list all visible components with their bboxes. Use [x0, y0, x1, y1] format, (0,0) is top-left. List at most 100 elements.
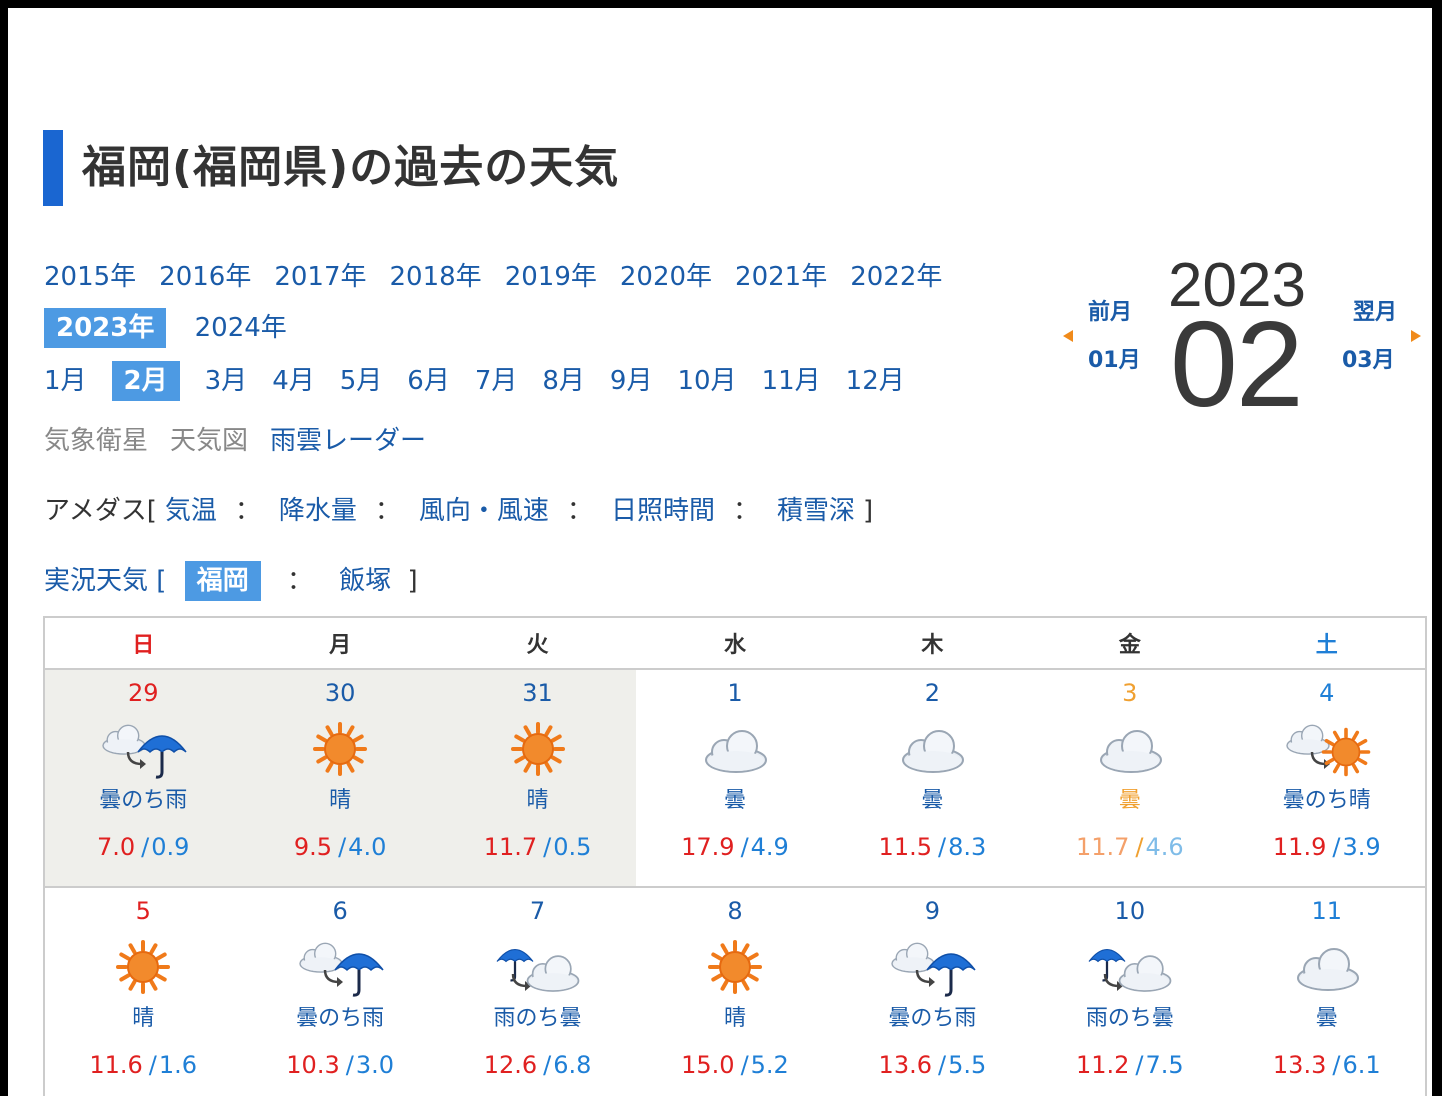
day-number: 5	[135, 897, 151, 925]
satellite-link[interactable]: 気象衛星	[44, 421, 148, 461]
month-link[interactable]: 9月	[610, 361, 653, 401]
day-number: 7	[529, 897, 546, 925]
calendar-day-cell[interactable]: 2 曇 11.5/8.3	[833, 669, 1032, 888]
weekday-header: 水	[636, 616, 834, 670]
prev-month-link[interactable]: 01月	[1088, 342, 1141, 374]
amedas-link[interactable]: 風向・風速	[419, 491, 549, 531]
day-number: 3	[1122, 679, 1138, 707]
high-temp: 11.7	[483, 833, 538, 861]
temp-separator: /	[543, 833, 552, 861]
station-fukuoka-selected[interactable]: 福岡	[184, 561, 261, 601]
weather-text[interactable]: 晴	[636, 1004, 833, 1034]
day-number: 10	[1114, 897, 1146, 925]
calendar-day-cell[interactable]: 7 雨のち曇 12.6/6.8	[438, 887, 637, 1096]
year-link[interactable]: 2019年	[505, 257, 597, 297]
month-links-row: 1月 2月 3月 4月 5月 6月 7月 8月 9月 10月 11月 12月	[44, 361, 930, 401]
year-links-row-2: 2023年 2024年	[44, 308, 307, 348]
rain-radar-link[interactable]: 雨雲レーダー	[270, 421, 426, 461]
high-temp: 15.0	[681, 1051, 735, 1079]
amedas-link[interactable]: 降水量	[279, 491, 357, 531]
month-link[interactable]: 3月	[205, 361, 248, 401]
weather-text[interactable]: 雨のち曇	[439, 1004, 636, 1034]
year-link[interactable]: 2018年	[390, 257, 482, 297]
weather-calendar: 日月火水木金土 29 曇のち雨 7.0/0.9 30 晴 9.5/4.0 31 晴 11.…	[42, 616, 1428, 1096]
calendar-day-cell[interactable]: 8 晴 15.0/5.2	[636, 887, 834, 1096]
low-temp: 0.9	[151, 833, 190, 861]
month-link[interactable]: 8月	[542, 361, 585, 401]
cloud-icon	[704, 730, 767, 773]
year-link[interactable]: 2015年	[44, 257, 136, 297]
temperature: 13.3/6.1	[1229, 1050, 1425, 1080]
next-month-label[interactable]: 翌月	[1353, 294, 1397, 326]
weather-text[interactable]: 曇	[1031, 786, 1228, 816]
weather-text[interactable]: 晴	[45, 1004, 241, 1034]
current-weather-label: 実況天気 [	[44, 566, 167, 596]
low-temp: 1.6	[158, 1051, 198, 1079]
amedas-link[interactable]: 積雪深	[777, 491, 855, 531]
amedas-link[interactable]: 気温	[165, 491, 217, 531]
weekday-header: 木	[833, 616, 1032, 670]
day-number: 29	[127, 679, 159, 707]
amedas-link[interactable]: 日照時間	[611, 491, 715, 531]
weather-text[interactable]: 曇	[636, 786, 833, 816]
calendar-day-cell[interactable]: 30 晴 9.5/4.0	[241, 669, 439, 888]
current-month-display: 02	[1170, 296, 1304, 432]
weather-text[interactable]: 晴	[241, 786, 438, 816]
weather-text[interactable]: 曇のち雨	[45, 786, 241, 816]
calendar-day-cell[interactable]: 29 曇のち雨 7.0/0.9	[42, 669, 242, 888]
day-number: 30	[324, 679, 356, 707]
year-link[interactable]: 2016年	[159, 257, 251, 297]
year-link[interactable]: 2022年	[850, 257, 942, 297]
month-link[interactable]: 5月	[340, 361, 383, 401]
weather-chart-link[interactable]: 天気図	[170, 421, 248, 461]
temp-separator: /	[937, 833, 947, 861]
year-link[interactable]: 2017年	[274, 257, 366, 297]
page: 福岡(福岡県)の過去の天気 2015年 2016年 2017年 2018年 2019年 2…	[8, 8, 1432, 1096]
calendar-day-cell[interactable]: 11 曇 13.3/6.1	[1228, 887, 1428, 1096]
month-link[interactable]: 1月	[44, 361, 87, 401]
temperature: 15.0/5.2	[636, 1050, 833, 1080]
weather-text[interactable]: 曇のち雨	[241, 1004, 438, 1034]
low-temp: 4.6	[1145, 833, 1184, 861]
weather-text[interactable]: 雨のち曇	[1031, 1004, 1228, 1034]
calendar-day-cell[interactable]: 1 曇 17.9/4.9	[636, 669, 834, 888]
temperature: 11.6/1.6	[45, 1050, 241, 1080]
temperature: 12.6/6.8	[439, 1050, 636, 1080]
cloud-icon	[1296, 948, 1359, 991]
high-temp: 11.2	[1075, 1051, 1130, 1079]
month-link[interactable]: 10月	[677, 361, 736, 401]
year-2023-selected[interactable]: 2023年	[44, 308, 167, 348]
month-link[interactable]: 4月	[272, 361, 315, 401]
calendar-day-cell[interactable]: 9 曇のち雨 13.6/5.5	[833, 887, 1032, 1096]
title-accent-bar	[43, 130, 63, 206]
calendar-day-cell[interactable]: 4 曇のち晴 11.9/3.9	[1228, 669, 1428, 888]
year-link[interactable]: 2020年	[620, 257, 712, 297]
year-2024-link[interactable]: 2024年	[195, 308, 287, 348]
next-month-link[interactable]: 03月	[1342, 342, 1395, 374]
month-link[interactable]: 11月	[762, 361, 821, 401]
day-number: 1	[727, 679, 743, 707]
prev-month-arrow-icon[interactable]	[1063, 330, 1073, 342]
prev-month-label[interactable]: 前月	[1088, 294, 1132, 326]
month-link[interactable]: 12月	[846, 361, 905, 401]
weather-text[interactable]: 曇のち雨	[834, 1004, 1031, 1034]
month-selected[interactable]: 2月	[111, 361, 180, 401]
calendar-day-cell[interactable]: 5 晴 11.6/1.6	[42, 887, 242, 1096]
high-temp: 11.5	[878, 833, 932, 861]
station-iizuka-link[interactable]: 飯塚	[339, 561, 391, 601]
high-temp: 10.3	[286, 1051, 340, 1079]
next-month-arrow-icon[interactable]	[1411, 330, 1421, 342]
temp-separator: /	[1332, 1051, 1341, 1079]
month-link[interactable]: 6月	[407, 361, 450, 401]
weather-text[interactable]: 曇	[834, 786, 1031, 816]
calendar-day-cell[interactable]: 31 晴 11.7/0.5	[438, 669, 637, 888]
calendar-day-cell[interactable]: 6 曇のち雨 10.3/3.0	[241, 887, 439, 1096]
weather-text[interactable]: 曇のち晴	[1229, 786, 1425, 816]
weather-text[interactable]: 晴	[439, 786, 636, 816]
calendar-day-cell[interactable]: 3 曇 11.7/4.6	[1031, 669, 1229, 888]
weather-text[interactable]: 曇	[1229, 1004, 1425, 1034]
calendar-day-cell[interactable]: 10 雨のち曇 11.2/7.5	[1031, 887, 1229, 1096]
month-link[interactable]: 7月	[475, 361, 518, 401]
cloud-icon	[1099, 730, 1162, 773]
year-link[interactable]: 2021年	[735, 257, 827, 297]
